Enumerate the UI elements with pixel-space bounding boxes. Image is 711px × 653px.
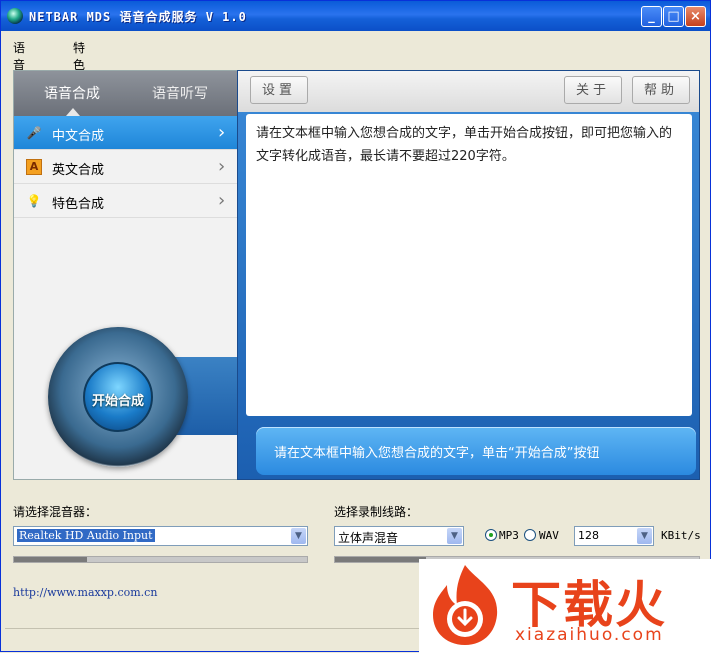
help-button[interactable]: 帮助 [632,76,690,104]
tab-voice-dictation[interactable]: 语音听写 [152,83,208,103]
nav-item-label: 特色合成 [52,197,105,212]
format-mp3-radio[interactable] [485,529,497,541]
chevron-down-icon[interactable]: ▼ [447,528,462,544]
microphone-icon: 🎤 [26,126,42,140]
chevron-right-icon: › [218,122,226,143]
flame-download-logo-icon [433,565,498,645]
toolbar: 设置 关于 帮助 [238,71,699,112]
format-mp3-label: MP3 [499,529,519,542]
minimize-icon: _ [648,9,655,24]
website-link[interactable]: http://www.maxxp.com.cn [13,586,157,599]
mixer-level-bar [13,556,308,563]
mixer-level-fill [14,557,88,562]
app-window: NETBAR MDS 语音合成服务 V 1.0 _ □ × 语音合成 特色合成 … [0,0,711,653]
mixer-label: 请选择混音器： [13,505,98,519]
chevron-right-icon: › [218,156,226,177]
nav-item-label: 英文合成 [52,163,105,178]
about-button[interactable]: 关于 [564,76,622,104]
line-select[interactable]: 立体声混音 ▼ [334,526,464,546]
radio-selected-dot [489,533,493,537]
format-wav-radio[interactable] [524,529,536,541]
format-wav-label: WAV [539,529,559,542]
tab-voice-synthesis[interactable]: 语音合成 [44,83,100,103]
line-level-fill [335,557,426,562]
left-panel: 语音合成 语音听写 🎤 中文合成 › A 英文合成 › 💡 特色合成 › 开始合… [13,70,240,480]
close-icon: × [690,9,701,24]
maximize-icon: □ [667,9,680,24]
nav-item-label: 中文合成 [52,129,105,144]
bitrate-select[interactable]: 128 ▼ [574,526,654,546]
bitrate-select-value: 128 [578,529,599,542]
maximize-button[interactable]: □ [663,6,684,27]
mixer-select-value: Realtek HD Audio Input [17,529,155,542]
title-bar[interactable]: NETBAR MDS 语音合成服务 V 1.0 _ □ × [1,1,710,31]
nav-item-chinese-synthesis[interactable]: 🎤 中文合成 › [14,116,238,150]
mixer-select[interactable]: Realtek HD Audio Input ▼ [13,526,308,546]
chevron-down-icon[interactable]: ▼ [637,528,652,544]
hint-text: 请在文本框中输入您想合成的文字，单击“开始合成”按钮 [274,446,600,461]
right-panel: 设置 关于 帮助 请在文本框中输入您想合成的文字，单击开始合成按钮，即可把您输入… [237,70,700,480]
letter-a-icon: A [26,159,42,175]
chevron-right-icon: › [218,190,226,211]
nav-item-english-synthesis[interactable]: A 英文合成 › [14,150,238,184]
start-synthesis-dial: 开始合成 [48,327,188,467]
mode-tabs: 语音合成 语音听写 [14,71,238,116]
nav-item-special-synthesis[interactable]: 💡 特色合成 › [14,184,238,218]
chevron-down-icon[interactable]: ▼ [291,528,306,544]
start-synthesis-label: 开始合成 [91,394,144,409]
start-synthesis-button[interactable]: 开始合成 [83,362,153,432]
minimize-button[interactable]: _ [641,6,662,27]
window-title: NETBAR MDS 语音合成服务 V 1.0 [29,10,247,24]
synthesis-text-input[interactable]: 请在文本框中输入您想合成的文字，单击开始合成按钮，即可把您输入的文字转化成语音，… [246,114,692,416]
close-button[interactable]: × [685,6,706,27]
settings-button[interactable]: 设置 [250,76,308,104]
line-label: 选择录制线路： [334,505,419,519]
lightbulb-icon: 💡 [26,194,42,208]
bitrate-unit: KBit/s [661,529,701,542]
watermark-brand-en: xiazaihuo.com [515,625,664,645]
active-tab-pointer [66,108,80,116]
line-select-value: 立体声混音 [338,531,399,545]
watermark: 下载火 xiazaihuo.com [419,559,711,653]
hint-bar: 请在文本框中输入您想合成的文字，单击“开始合成”按钮 [256,427,696,475]
app-globe-icon [7,8,23,24]
